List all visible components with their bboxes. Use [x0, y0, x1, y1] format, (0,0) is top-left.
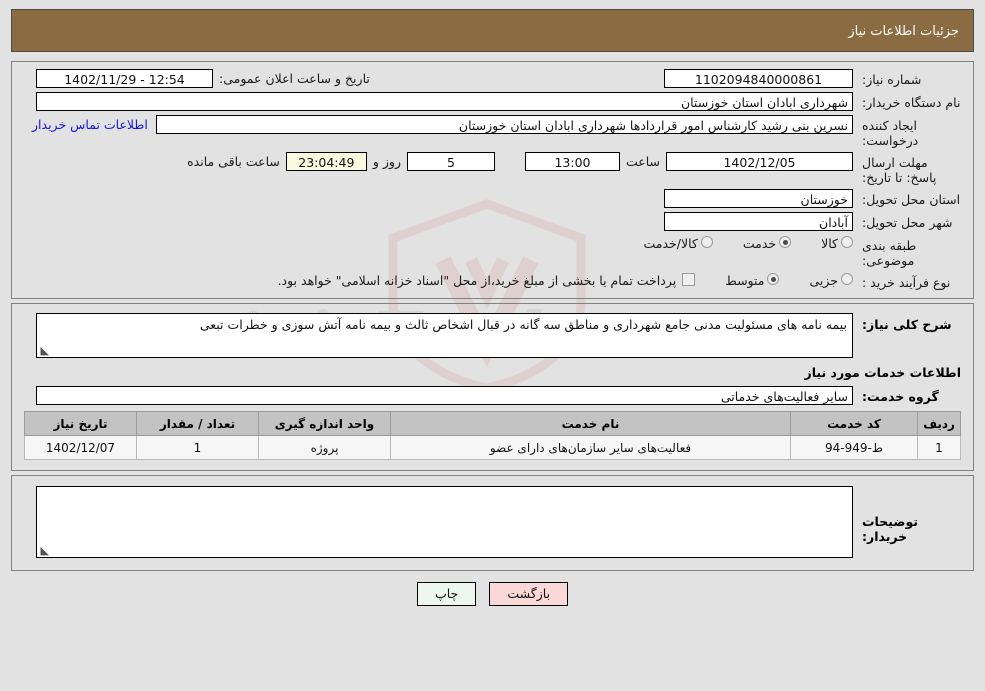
deadline-time-value: 13:00	[524, 152, 620, 171]
process-radio-group: جزیی متوسط	[695, 272, 853, 288]
back-button[interactable]: بازگشت	[489, 582, 569, 606]
city-label: شهر محل تحویل:	[862, 215, 953, 230]
radio-khedmat[interactable]	[779, 236, 792, 248]
category-radio-group: کالا خدمت کالا/خدمت	[643, 235, 853, 251]
radio-motavasset[interactable]	[767, 273, 780, 285]
row-city: شهر محل تحویل: آبادان	[12, 212, 973, 231]
description-value: بیمه نامه های مسئولیت مدنی جامع شهرداری …	[199, 317, 847, 332]
row-deadline: مهلت ارسال پاسخ: تا تاریخ: 1402/12/05 سا…	[12, 152, 973, 185]
buyer-org-value: شهرداری ابادان استان خوزستان	[36, 92, 853, 111]
province-value: خوزستان	[664, 189, 853, 208]
process-option-0[interactable]: جزیی	[809, 273, 853, 288]
buyer-notes-panel: توضیحات خریدار: ◣	[11, 475, 974, 571]
creator-value: نسرین بنی رشید کارشناس امور قراردادها شه…	[155, 115, 853, 134]
row-process: نوع فرآیند خرید : جزیی متوسط پرداخت تمام…	[12, 272, 973, 290]
th-qty: تعداد / مقدار	[136, 411, 259, 436]
th-code: کد خدمت	[790, 411, 918, 436]
page-title: جزئیات اطلاعات نیاز	[11, 9, 974, 52]
category-option-2-label: کالا/خدمت	[643, 236, 698, 251]
province-label: استان محل تحویل:	[862, 192, 961, 207]
th-unit: واحد اندازه گیری	[258, 411, 391, 436]
resize-grip-icon[interactable]: ◣	[39, 345, 49, 356]
footer-button-bar: بازگشت چاپ	[11, 571, 974, 606]
creator-label: ایجاد کننده درخواست:	[862, 118, 919, 148]
process-option-1-label: متوسط	[725, 273, 765, 288]
buyer-notes-textarea[interactable]: ◣	[36, 486, 853, 558]
print-button[interactable]: چاپ	[416, 582, 477, 606]
service-group-value: سایر فعالیت‌های خدماتی	[36, 386, 853, 405]
services-panel: شرح کلی نیاز: بیمه نامه های مسئولیت مدنی…	[11, 303, 974, 471]
services-table-wrap: ردیف کد خدمت نام خدمت واحد اندازه گیری ت…	[12, 409, 973, 460]
radio-kala[interactable]	[841, 236, 853, 248]
row-buyer-notes: توضیحات خریدار: ◣	[12, 486, 973, 558]
cell-qty: 1	[136, 435, 259, 460]
cell-unit: پروژه	[258, 435, 391, 460]
row-province: استان محل تحویل: خوزستان	[12, 189, 973, 208]
category-label: طبقه بندی موضوعی:	[862, 238, 917, 268]
resize-grip-icon-2[interactable]: ◣	[39, 545, 49, 556]
buyer-org-label: نام دستگاه خریدار:	[862, 95, 961, 110]
th-index: ردیف	[917, 411, 961, 436]
category-option-2[interactable]: کالا/خدمت	[643, 236, 713, 251]
cell-name: فعالیت‌های سایر سازمان‌های دارای عضو	[390, 435, 791, 460]
radio-jozii[interactable]	[841, 273, 853, 285]
row-category: طبقه بندی موضوعی: کالا خدمت کالا/خدمت	[12, 235, 973, 268]
row-creator: ایجاد کننده درخواست: نسرین بنی رشید کارش…	[12, 115, 973, 148]
row-buyer-org: نام دستگاه خریدار: شهرداری ابادان استان …	[12, 92, 973, 111]
th-name: نام خدمت	[390, 411, 791, 436]
process-label: نوع فرآیند خرید :	[862, 275, 951, 290]
category-option-1[interactable]: خدمت	[742, 236, 792, 251]
cell-date: 1402/12/07	[24, 435, 137, 460]
table-header-row: ردیف کد خدمت نام خدمت واحد اندازه گیری ت…	[24, 411, 961, 436]
treasury-checkbox[interactable]	[682, 273, 696, 286]
need-number-value: 1102094840000861	[664, 69, 853, 88]
buyer-notes-label: توضیحات خریدار:	[862, 514, 918, 544]
hour-label: ساعت	[625, 154, 660, 169]
countdown-value: 23:04:49	[285, 152, 367, 171]
category-option-1-label: خدمت	[742, 236, 777, 251]
announce-value: 1402/11/29 - 12:54	[36, 69, 213, 88]
service-group-label: گروه خدمت:	[862, 389, 939, 404]
cell-index: 1	[917, 435, 961, 460]
row-description: شرح کلی نیاز: بیمه نامه های مسئولیت مدنی…	[12, 313, 973, 358]
description-label: شرح کلی نیاز:	[862, 317, 952, 332]
deadline-label: مهلت ارسال پاسخ: تا تاریخ:	[862, 155, 937, 185]
services-table: ردیف کد خدمت نام خدمت واحد اندازه گیری ت…	[24, 411, 961, 460]
table-row: 1 ط-949-94 فعالیت‌های سایر سازمان‌های دا…	[24, 435, 961, 460]
city-value: آبادان	[664, 212, 853, 231]
page-root: جزئیات اطلاعات نیاز شماره نیاز: 11020948…	[0, 0, 985, 606]
cell-code: ط-949-94	[790, 435, 918, 460]
treasury-note: پرداخت تمام یا بخشی از مبلغ خرید،از محل …	[277, 273, 677, 288]
process-option-0-label: جزیی	[809, 273, 838, 288]
announce-label: تاریخ و ساعت اعلان عمومی:	[219, 71, 370, 86]
need-number-label: شماره نیاز:	[862, 72, 922, 87]
buyer-contact-link[interactable]: اطلاعات تماس خریدار	[24, 115, 156, 132]
deadline-date-value: 1402/12/05	[666, 152, 853, 171]
radio-kala-khedmat[interactable]	[700, 236, 713, 248]
category-option-0[interactable]: کالا	[821, 236, 853, 251]
description-textarea[interactable]: بیمه نامه های مسئولیت مدنی جامع شهرداری …	[36, 313, 853, 358]
need-info-panel: شماره نیاز: 1102094840000861 تاریخ و ساع…	[11, 61, 974, 299]
remaining-days-value: 5	[406, 152, 495, 171]
services-section-title: اطلاعات خدمات مورد نیاز	[804, 365, 962, 380]
countdown-label: ساعت باقی مانده	[187, 154, 280, 169]
row-need-number: شماره نیاز: 1102094840000861 تاریخ و ساع…	[12, 69, 973, 88]
process-option-1[interactable]: متوسط	[725, 273, 780, 288]
row-service-group: گروه خدمت: سایر فعالیت‌های خدماتی	[12, 386, 973, 405]
th-date: تاریخ نیاز	[24, 411, 137, 436]
category-option-0-label: کالا	[821, 236, 838, 251]
days-label: روز و	[372, 154, 401, 169]
